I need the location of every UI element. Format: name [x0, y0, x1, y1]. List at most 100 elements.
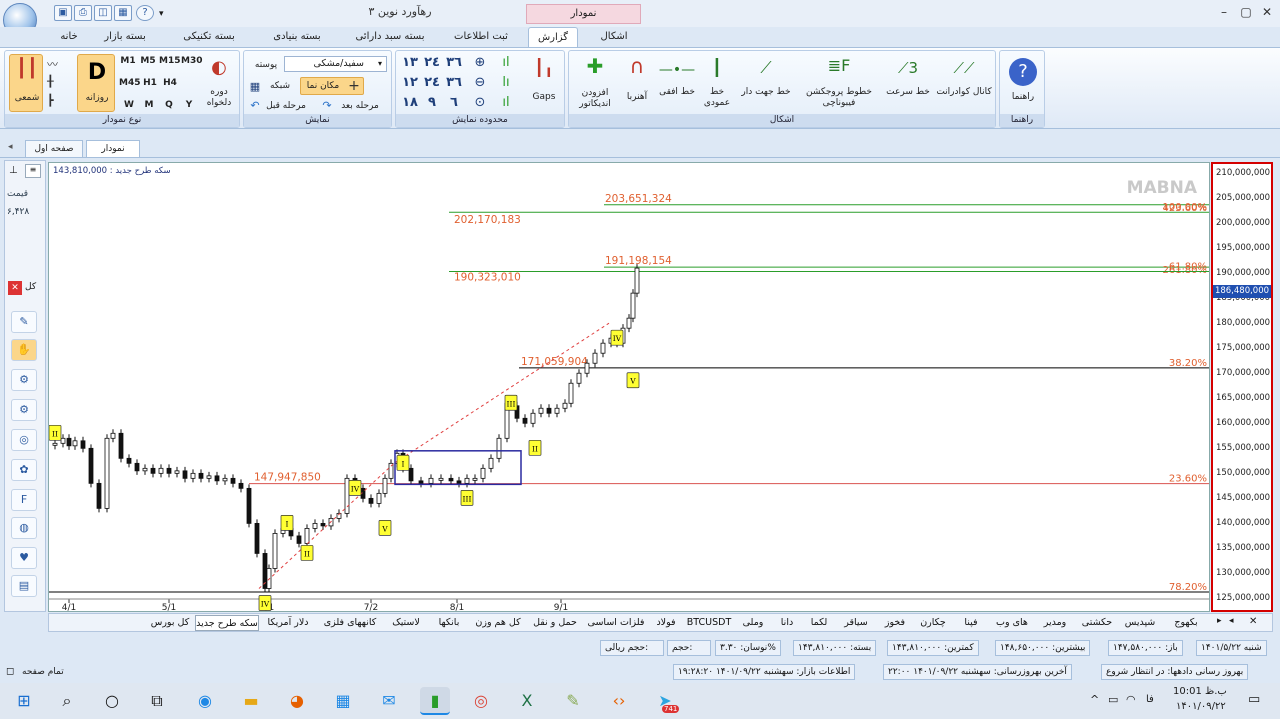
minimize-icon[interactable]: – — [1215, 5, 1233, 21]
tool-icon-7[interactable]: F — [11, 489, 37, 511]
range-button-7[interactable]: ١٨ — [400, 95, 420, 111]
help-icon[interactable]: ? — [136, 5, 154, 21]
store-icon[interactable]: ▦ — [328, 687, 358, 715]
line-chart-icon[interactable]: 〰 — [47, 56, 69, 72]
zoom-in-icon[interactable]: ⊕ — [470, 55, 490, 71]
symbol-tab[interactable]: حمل و نقل — [527, 615, 583, 631]
help-button[interactable]: ? راهنما — [1003, 54, 1043, 114]
bar-chart-icon[interactable]: ╂ — [47, 75, 69, 91]
vertical-line-button[interactable]: ┃ خط عمودی — [697, 54, 737, 114]
grid-toggle[interactable]: شبکه — [262, 81, 298, 92]
tool-icon-10[interactable]: ▤ — [11, 575, 37, 597]
save-icon[interactable]: ▣ — [54, 5, 72, 21]
close-icon[interactable]: ✕ — [1258, 5, 1276, 21]
daily-button[interactable]: D روزانه — [77, 54, 115, 112]
symbol-tab[interactable]: فپنا — [953, 615, 989, 631]
bars-icon-2[interactable]: lı — [496, 75, 516, 91]
speed-line-button[interactable]: ⟋3 خط سرعت — [883, 54, 933, 114]
trend-line-button[interactable]: ⟋ خط جهت دار — [737, 54, 795, 114]
print-icon[interactable]: ⎙ — [74, 5, 92, 21]
zoom-out-icon[interactable]: ⊖ — [470, 75, 490, 91]
mail-icon[interactable]: ✉ — [374, 687, 404, 715]
notification-icon[interactable]: ▭ — [1248, 692, 1260, 707]
tab-shapes[interactable]: اشکال — [590, 27, 638, 47]
next-step-button[interactable]: مرحله بعد — [336, 101, 384, 112]
period-m5[interactable]: M5 — [139, 56, 157, 67]
tool-icon-1[interactable]: ✎ — [11, 311, 37, 333]
range-button-5[interactable]: ٢٤ — [422, 75, 442, 91]
close-panel-icon[interactable]: ✕ — [8, 281, 22, 295]
fullscreen-label[interactable]: تمام صفحه — [22, 667, 64, 677]
tab-portfolio[interactable]: بسته سبد دارائی — [348, 27, 432, 47]
symbol-tab[interactable]: وملی — [735, 615, 771, 631]
firefox-icon[interactable]: ◕ — [282, 687, 312, 715]
cortana-icon[interactable]: ○ — [97, 687, 127, 715]
range-button-9[interactable]: ٦ — [444, 95, 464, 111]
tab-market[interactable]: بسته بازار — [95, 27, 155, 47]
edge-icon[interactable]: ◉ — [190, 687, 220, 715]
prev-step-button[interactable]: مرحله قبل — [262, 101, 310, 112]
language-indicator[interactable]: فا — [1146, 694, 1154, 705]
excel-icon[interactable]: ▦ — [114, 5, 132, 21]
tabs-left-icon[interactable]: ◂ — [1229, 616, 1234, 626]
tool-icon-4[interactable]: ⚙ — [11, 399, 37, 421]
tab-home[interactable]: خانه — [48, 27, 90, 47]
symbol-tab[interactable]: چکارن — [913, 615, 953, 631]
task-view-icon[interactable]: ⧉ — [142, 687, 172, 715]
bars-icon-3[interactable]: ıl — [496, 95, 516, 111]
chrome-icon[interactable]: ◎ — [466, 687, 496, 715]
symbol-tab[interactable]: سیاقر — [835, 615, 877, 631]
horizontal-line-button[interactable]: —•— خط افقی — [657, 54, 697, 114]
magnet-button[interactable]: ∩ آهنربا — [619, 54, 655, 114]
tray-chevron-icon[interactable]: ^ — [1090, 693, 1099, 706]
preview-icon[interactable]: ◫ — [94, 5, 112, 21]
bars-icon-1[interactable]: ıl — [496, 55, 516, 71]
period-m[interactable]: M — [141, 100, 157, 111]
quadrant-button[interactable]: ⟋⟋ کانال کوادرانت — [935, 54, 993, 114]
range-button-4[interactable]: ١٢ — [400, 75, 420, 91]
period-m30[interactable]: M30 — [181, 56, 202, 67]
period-m45[interactable]: M45 — [119, 78, 140, 89]
range-button-8[interactable]: ٩ — [422, 95, 442, 111]
tab-chart-doc[interactable]: نمودار — [86, 140, 140, 157]
period-w[interactable]: W — [121, 100, 137, 111]
skin-select[interactable]: ▾ سفید/مشکی — [284, 56, 387, 72]
tool-icon-6[interactable]: ✿ — [11, 459, 37, 481]
symbol-tab[interactable]: کل هم وزن — [469, 615, 527, 631]
tool-icon-2[interactable]: ✋ — [11, 339, 37, 361]
symbol-tab[interactable]: بانکها — [429, 615, 469, 631]
tabs-right-icon[interactable]: ▸ — [1217, 616, 1222, 626]
tab-first-page[interactable]: صفحه اول — [25, 140, 83, 157]
paint-icon[interactable]: ✎ — [558, 687, 588, 715]
symbol-tab[interactable]: بکهوج — [1161, 615, 1211, 631]
symbol-tab[interactable]: دانا — [771, 615, 803, 631]
explorer-icon[interactable]: ▬ — [236, 687, 266, 715]
symbol-tab[interactable]: شپدیس — [1119, 615, 1161, 631]
symbol-tab[interactable]: دلار آمریکا — [259, 615, 317, 631]
tab-report[interactable]: گزارش — [528, 27, 578, 47]
range-button-1[interactable]: ١٣ — [400, 55, 420, 71]
rahavard-app-icon[interactable]: ▮ — [420, 687, 450, 715]
symbol-tab[interactable]: فلزات اساسی — [583, 615, 649, 631]
pin-icon[interactable]: ⊥ — [9, 165, 18, 176]
zoom-fit-icon[interactable]: ⊙ — [470, 95, 490, 111]
chart-plot-area[interactable]: سکه طرح جدید : 143,810,000 MABNA 4/15/16… — [48, 162, 1210, 612]
code-icon[interactable]: ‹› — [604, 687, 634, 715]
tool-icon-3[interactable]: ⚙ — [11, 369, 37, 391]
period-m1[interactable]: M1 — [119, 56, 137, 67]
tool-icon-9[interactable]: ♥ — [11, 547, 37, 569]
range-button-2[interactable]: ٢٤ — [422, 55, 442, 71]
tab-technical[interactable]: بسته تکنیکی — [175, 27, 243, 47]
custom-period-button[interactable]: ◐ دوره دلخواه — [201, 54, 237, 112]
tab-scroll-icon[interactable]: ◂ — [8, 142, 13, 152]
candle-button[interactable]: ┃┃ شمعی — [9, 54, 43, 112]
hlc-chart-icon[interactable]: ┣ — [47, 94, 69, 110]
symbol-tab[interactable]: کانههای فلزی — [317, 615, 383, 631]
range-button-3[interactable]: ٣٦ — [444, 55, 464, 71]
period-q[interactable]: Q — [161, 100, 177, 111]
close-tabs-icon[interactable]: ✕ — [1249, 616, 1257, 627]
fibonacci-button[interactable]: ≣F خطوط پروجکشن فیبوناچی — [797, 54, 881, 114]
symbol-tab[interactable]: فخوز — [877, 615, 913, 631]
symbol-tab[interactable]: ومدیر — [1035, 615, 1075, 631]
panel-icon[interactable]: ≡ — [25, 164, 41, 178]
